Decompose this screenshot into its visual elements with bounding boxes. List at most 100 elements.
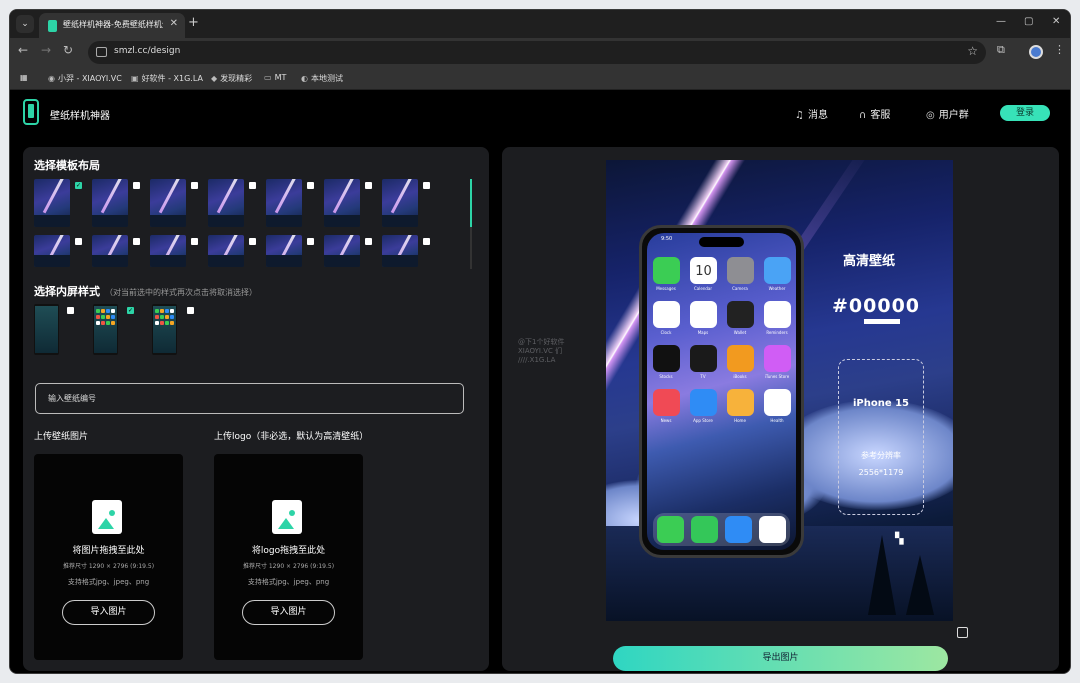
- layout-checkbox[interactable]: [423, 182, 430, 189]
- app-dot: [165, 309, 169, 313]
- drop-title: 将logo拖拽至此处: [251, 546, 326, 556]
- profile-avatar[interactable]: [1029, 45, 1043, 59]
- app-dot: [170, 321, 174, 325]
- fullscreen-icon[interactable]: [957, 627, 968, 638]
- bookmark-3[interactable]: ◆ 发现精彩: [211, 73, 252, 84]
- app-dot: [155, 309, 159, 313]
- nav-user-group[interactable]: ◎ 用户群: [926, 106, 969, 121]
- nav-support[interactable]: ∩ 客服: [859, 106, 890, 121]
- bookmark-folder-mt[interactable]: ▭ MT: [264, 73, 286, 82]
- layout-checkbox[interactable]: [133, 182, 140, 189]
- settings-panel: 选择模板布局 ✓ 选择内屏样式（对当前选中的样式再次点击将取消选择） ✓ 上传壁…: [23, 147, 489, 671]
- bookmarks-bar: ▦ ◉ 小羿 - XIAOYI.VC ▣ 好软件 - X1G.LA ◆ 发现精彩 ▭ M…: [10, 67, 1070, 90]
- extensions-icon[interactable]: ⧉: [997, 43, 1005, 57]
- layout-thumbnail[interactable]: [208, 179, 244, 227]
- app-dot: [160, 309, 164, 313]
- wallpaper-number-input[interactable]: [35, 383, 464, 414]
- layout-scrollbar[interactable]: [470, 179, 472, 269]
- layout-thumbnail[interactable]: [324, 179, 360, 227]
- layout-thumbnail[interactable]: [92, 179, 128, 227]
- menu-icon[interactable]: ⋮: [1054, 43, 1065, 56]
- app-label: TV: [700, 374, 706, 379]
- chat-icon: ◎: [926, 110, 935, 121]
- mockup-canvas: 9:50 Messages 10 Calendar Camera Weather Cloc…: [606, 160, 953, 621]
- messages-app-icon: [653, 257, 680, 284]
- inner-style-thumbnail[interactable]: [34, 304, 59, 355]
- app-dot: [170, 315, 174, 319]
- bookmark-2[interactable]: ▣ 好软件 - X1G.LA: [131, 73, 203, 84]
- bookmark-star-icon[interactable]: ☆: [967, 44, 978, 58]
- app-label: iTunes Store: [764, 374, 790, 379]
- layout-thumbnail[interactable]: [266, 179, 302, 227]
- layout-checkbox[interactable]: [191, 238, 198, 245]
- weather-app-icon: [764, 257, 791, 284]
- health-app-icon: [764, 389, 791, 416]
- app-dot: [155, 315, 159, 319]
- stocks-app-icon: [653, 345, 680, 372]
- close-window-icon[interactable]: ✕: [1052, 16, 1060, 27]
- layout-checkbox[interactable]: [249, 238, 256, 245]
- layout-thumbnail[interactable]: [34, 235, 70, 267]
- forward-icon[interactable]: →: [41, 43, 51, 57]
- layout-thumbnail[interactable]: [92, 235, 128, 267]
- new-tab-button[interactable]: +: [188, 15, 199, 30]
- inner-style-checkbox[interactable]: [67, 307, 74, 314]
- layout-thumbnail[interactable]: [324, 235, 360, 267]
- import-wallpaper-button[interactable]: 导入图片: [62, 600, 155, 625]
- layout-checkbox[interactable]: [307, 182, 314, 189]
- layout-checkbox[interactable]: [423, 238, 430, 245]
- inner-style-thumbnail[interactable]: [152, 304, 177, 355]
- title-underline: [864, 319, 900, 324]
- inner-style-checkbox[interactable]: [187, 307, 194, 314]
- calendar-day: 10: [695, 264, 712, 279]
- layout-thumbnail[interactable]: [150, 235, 186, 267]
- apps-grid-icon[interactable]: ▦: [20, 73, 28, 82]
- layout-checkbox[interactable]: [307, 238, 314, 245]
- layout-checkbox[interactable]: [365, 182, 372, 189]
- layout-thumbnail[interactable]: [208, 235, 244, 267]
- image-upload-icon: [272, 500, 302, 534]
- site-info-icon[interactable]: [96, 47, 107, 57]
- url-field[interactable]: smzl.cc/design ☆: [88, 41, 986, 64]
- preview-title: 高清壁纸: [843, 254, 896, 269]
- close-tab-icon[interactable]: ✕: [170, 18, 178, 29]
- layout-checkbox[interactable]: [191, 182, 198, 189]
- layout-thumbnail[interactable]: [382, 235, 418, 267]
- layout-thumbnail[interactable]: [382, 179, 418, 227]
- app-dot: [165, 321, 169, 325]
- minimize-icon[interactable]: —: [996, 16, 1006, 27]
- bookmark-1[interactable]: ◉ 小羿 - XIAOYI.VC: [48, 73, 122, 84]
- layout-thumbnail[interactable]: [34, 179, 70, 227]
- layout-checkbox[interactable]: ✓: [75, 182, 82, 189]
- login-button[interactable]: 登录: [1000, 105, 1050, 121]
- app-label: App Store: [693, 418, 713, 423]
- import-logo-button[interactable]: 导入图片: [242, 600, 335, 625]
- export-image-button[interactable]: 导出图片: [613, 646, 948, 671]
- tab-title: 壁纸样机神器-免费壁纸样机生: [63, 20, 163, 29]
- bookmark-favicon-icon: ◐: [301, 74, 308, 83]
- layout-checkbox[interactable]: [133, 238, 140, 245]
- app-label: News: [660, 418, 672, 423]
- drop-format-hint: 支持格式jpg、jpeg、png: [67, 578, 150, 586]
- logo-drop-zone[interactable]: 将logo拖拽至此处 推荐尺寸 1290 × 2796 (9:19.5) 支持格…: [214, 454, 363, 660]
- inner-style-preview: [94, 306, 117, 353]
- app-label: Stocks: [659, 374, 673, 379]
- reload-icon[interactable]: ↻: [63, 43, 73, 57]
- maximize-icon[interactable]: ▢: [1024, 16, 1033, 27]
- back-icon[interactable]: ←: [18, 43, 28, 57]
- app-label: Home: [734, 418, 746, 423]
- layout-thumbnail[interactable]: [150, 179, 186, 227]
- inner-style-checkbox[interactable]: ✓: [127, 307, 134, 314]
- nav-messages[interactable]: ♫ 消息: [795, 106, 828, 121]
- layout-checkbox[interactable]: [75, 238, 82, 245]
- layout-checkbox[interactable]: [249, 182, 256, 189]
- bookmark-4[interactable]: ◐ 本地测试: [301, 73, 343, 84]
- app-label: Maps: [697, 330, 709, 335]
- layout-checkbox[interactable]: [365, 238, 372, 245]
- inner-style-thumbnail[interactable]: [93, 304, 118, 355]
- browser-tab[interactable]: 壁纸样机神器-免费壁纸样机生 ✕: [39, 13, 185, 38]
- wallpaper-drop-zone[interactable]: 将图片拖拽至此处 推荐尺寸 1290 × 2796 (9:19.5) 支持格式j…: [34, 454, 183, 660]
- ibooks-app-icon: [727, 345, 754, 372]
- tab-search-button[interactable]: ⌄: [16, 15, 34, 33]
- layout-thumbnail[interactable]: [266, 235, 302, 267]
